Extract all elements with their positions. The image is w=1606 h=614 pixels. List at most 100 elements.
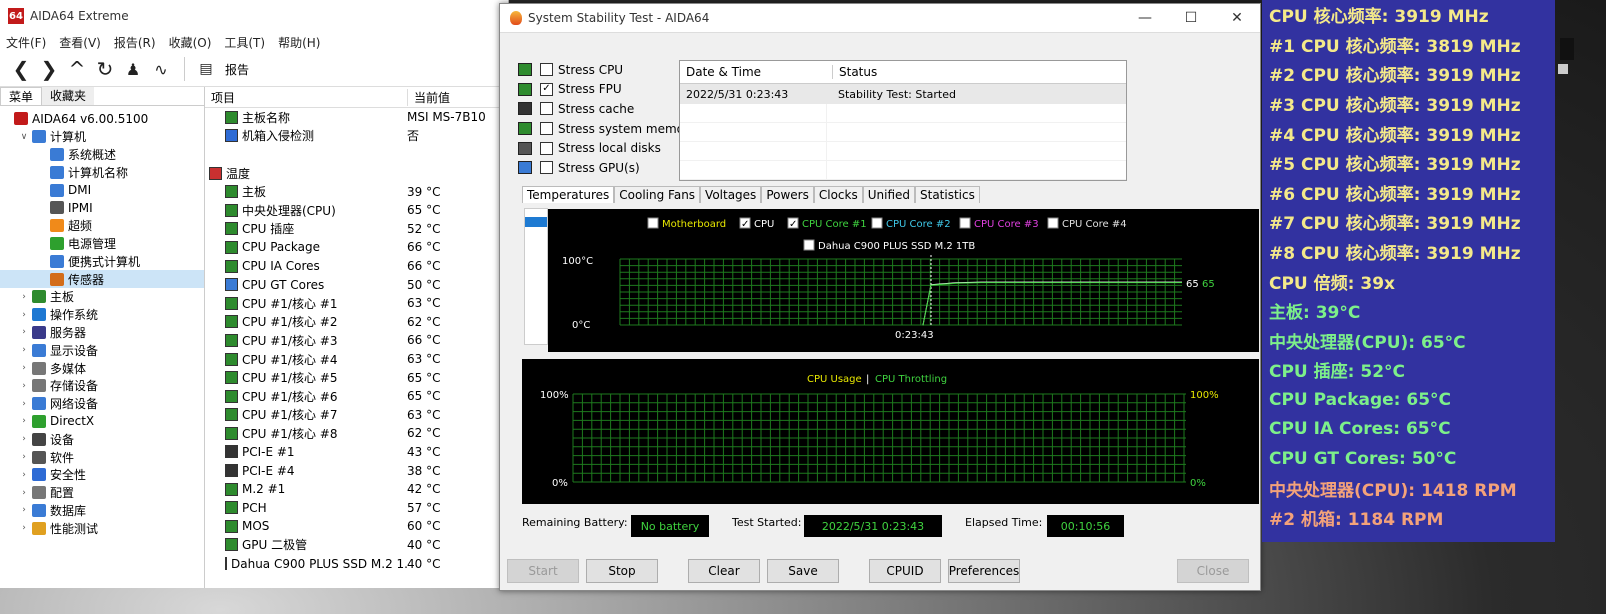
tree-item[interactable]: › DirectX [0,413,204,431]
minimize-icon[interactable]: — [1122,4,1168,32]
legend-item[interactable]: ✓ CPU Core #1 [787,217,867,230]
chevron-right-icon[interactable]: › [18,381,30,391]
log-row[interactable]: 2022/5/31 0:23:43 Stability Test: Starte… [680,84,1126,104]
stress-option[interactable]: Stress local disks [518,138,696,158]
tab-clocks[interactable]: Clocks [813,186,863,203]
tree-item[interactable]: ∨ 计算机 [0,128,204,146]
tree-item[interactable]: IPMI [0,199,204,217]
sensor-row[interactable]: PCI-E #4 38 °C [205,461,508,480]
close-icon[interactable]: ✕ [1214,4,1260,32]
tree-item[interactable]: AIDA64 v6.00.5100 [0,110,204,128]
tree-item[interactable]: 计算机名称 [0,163,204,181]
sensor-row[interactable]: PCI-E #1 43 °C [205,443,508,462]
sensor-row[interactable]: CPU IA Cores 66 °C [205,257,508,276]
tab-powers[interactable]: Powers [761,186,814,203]
chevron-right-icon[interactable]: › [18,416,30,426]
maximize-icon[interactable]: ☐ [1168,4,1214,32]
sensor-row[interactable]: CPU #1/核心 #3 66 °C [205,331,508,350]
chevron-right-icon[interactable]: › [18,452,30,462]
column-value[interactable]: 当前值 [408,89,450,106]
tab-unified[interactable]: Unified [862,186,915,203]
cpuid-button[interactable]: CPUID [869,559,941,583]
tree-item[interactable]: › 设备 [0,430,204,448]
legend-item[interactable]: ✓ CPU [739,217,774,230]
log-column-date[interactable]: Date & Time [680,65,833,79]
report-label[interactable]: 报告 [225,61,249,78]
menu-view[interactable]: 查看(V) [59,34,101,51]
sensor-row[interactable]: CPU GT Cores 50 °C [205,275,508,294]
preferences-button[interactable]: Preferences [948,559,1020,583]
tab-temperatures[interactable]: Temperatures [522,186,615,203]
sensor-row[interactable]: GPU 二极管 40 °C [205,536,508,555]
stress-option[interactable]: Stress CPU [518,60,696,80]
chevron-right-icon[interactable]: › [18,523,30,533]
checkbox-checked[interactable]: ✓ [540,82,553,96]
checkbox[interactable] [540,102,553,116]
chevron-right-icon[interactable]: › [18,345,30,355]
log-column-status[interactable]: Status [833,65,877,79]
menu-report[interactable]: 报告(R) [114,34,156,51]
menu-tools[interactable]: 工具(T) [224,34,265,51]
tree-item[interactable]: › 网络设备 [0,395,204,413]
chart-icon[interactable]: ∿ [148,56,174,82]
tree-item[interactable]: 系统概述 [0,146,204,164]
tree-item[interactable]: DMI [0,181,204,199]
stress-option[interactable]: Stress system memory [518,119,696,139]
chevron-right-icon[interactable]: › [18,363,30,373]
sensor-row[interactable]: M.2 #1 42 °C [205,480,508,499]
sensor-row[interactable]: 温度 [205,164,508,183]
sensor-row[interactable]: PCH 57 °C [205,498,508,517]
sensor-row[interactable]: CPU #1/核心 #8 62 °C [205,424,508,443]
tree-item[interactable]: › 操作系统 [0,306,204,324]
tab-menu[interactable]: 菜单 [0,87,43,105]
sensor-row[interactable]: CPU 插座 52 °C [205,220,508,239]
user-icon[interactable]: ♟ [120,56,146,82]
tab-cooling-fans[interactable]: Cooling Fans [614,186,701,203]
tree-item[interactable]: › 主板 [0,288,204,306]
save-button[interactable]: Save [767,559,839,583]
tree-item[interactable]: › 性能测试 [0,519,204,537]
forward-icon[interactable]: ❯ [36,56,62,82]
chevron-right-icon[interactable]: › [18,470,30,480]
sensor-row[interactable]: CPU #1/核心 #1 63 °C [205,294,508,313]
tree-item[interactable]: › 软件 [0,448,204,466]
tree-item[interactable]: 超频 [0,217,204,235]
tree-item[interactable]: › 数据库 [0,502,204,520]
sensor-row[interactable]: 中央处理器(CPU) 65 °C [205,201,508,220]
tab-favorites[interactable]: 收藏夹 [42,87,95,105]
legend-item[interactable]: Dahua C900 PLUS SSD M.2 1TB [803,239,975,252]
back-icon[interactable]: ❮ [8,56,34,82]
checkbox[interactable] [540,122,553,136]
chevron-right-icon[interactable]: › [18,488,30,498]
column-item[interactable]: 项目 [205,88,408,106]
chevron-right-icon[interactable]: › [18,327,30,337]
chevron-right-icon[interactable]: › [18,505,30,515]
tree-item[interactable]: 电源管理 [0,235,204,253]
tree-item[interactable]: 便携式计算机 [0,252,204,270]
refresh-icon[interactable]: ↻ [92,56,118,82]
stop-button[interactable]: Stop [586,559,658,583]
chevron-right-icon[interactable]: › [18,310,30,320]
menu-favorites[interactable]: 收藏(O) [169,34,212,51]
tree-item[interactable]: 传感器 [0,270,204,288]
stress-option[interactable]: ✓ Stress FPU [518,80,696,100]
menu-file[interactable]: 文件(F) [6,34,46,51]
clear-button[interactable]: Clear [688,559,760,583]
tree-item[interactable]: › 多媒体 [0,359,204,377]
chevron-right-icon[interactable]: › [18,434,30,444]
legend-item[interactable]: CPU Core #4 [1047,217,1127,230]
tree-item[interactable]: › 安全性 [0,466,204,484]
legend-item[interactable]: CPU Core #3 [959,217,1039,230]
stress-option[interactable]: Stress GPU(s) [518,158,696,178]
tree-item[interactable]: › 显示设备 [0,341,204,359]
tree-item[interactable]: › 服务器 [0,324,204,342]
sensor-row[interactable]: CPU #1/核心 #7 63 °C [205,406,508,425]
tree-item[interactable]: › 存储设备 [0,377,204,395]
sensor-row[interactable]: 机箱入侵检测 否 [205,127,508,146]
tab-statistics[interactable]: Statistics [915,186,980,203]
sensor-row[interactable]: CPU #1/核心 #4 63 °C [205,350,508,369]
close-button[interactable]: Close [1177,559,1249,583]
tab-voltages[interactable]: Voltages [700,186,762,203]
tree-item[interactable]: › 配置 [0,484,204,502]
start-button[interactable]: Start [507,559,579,583]
